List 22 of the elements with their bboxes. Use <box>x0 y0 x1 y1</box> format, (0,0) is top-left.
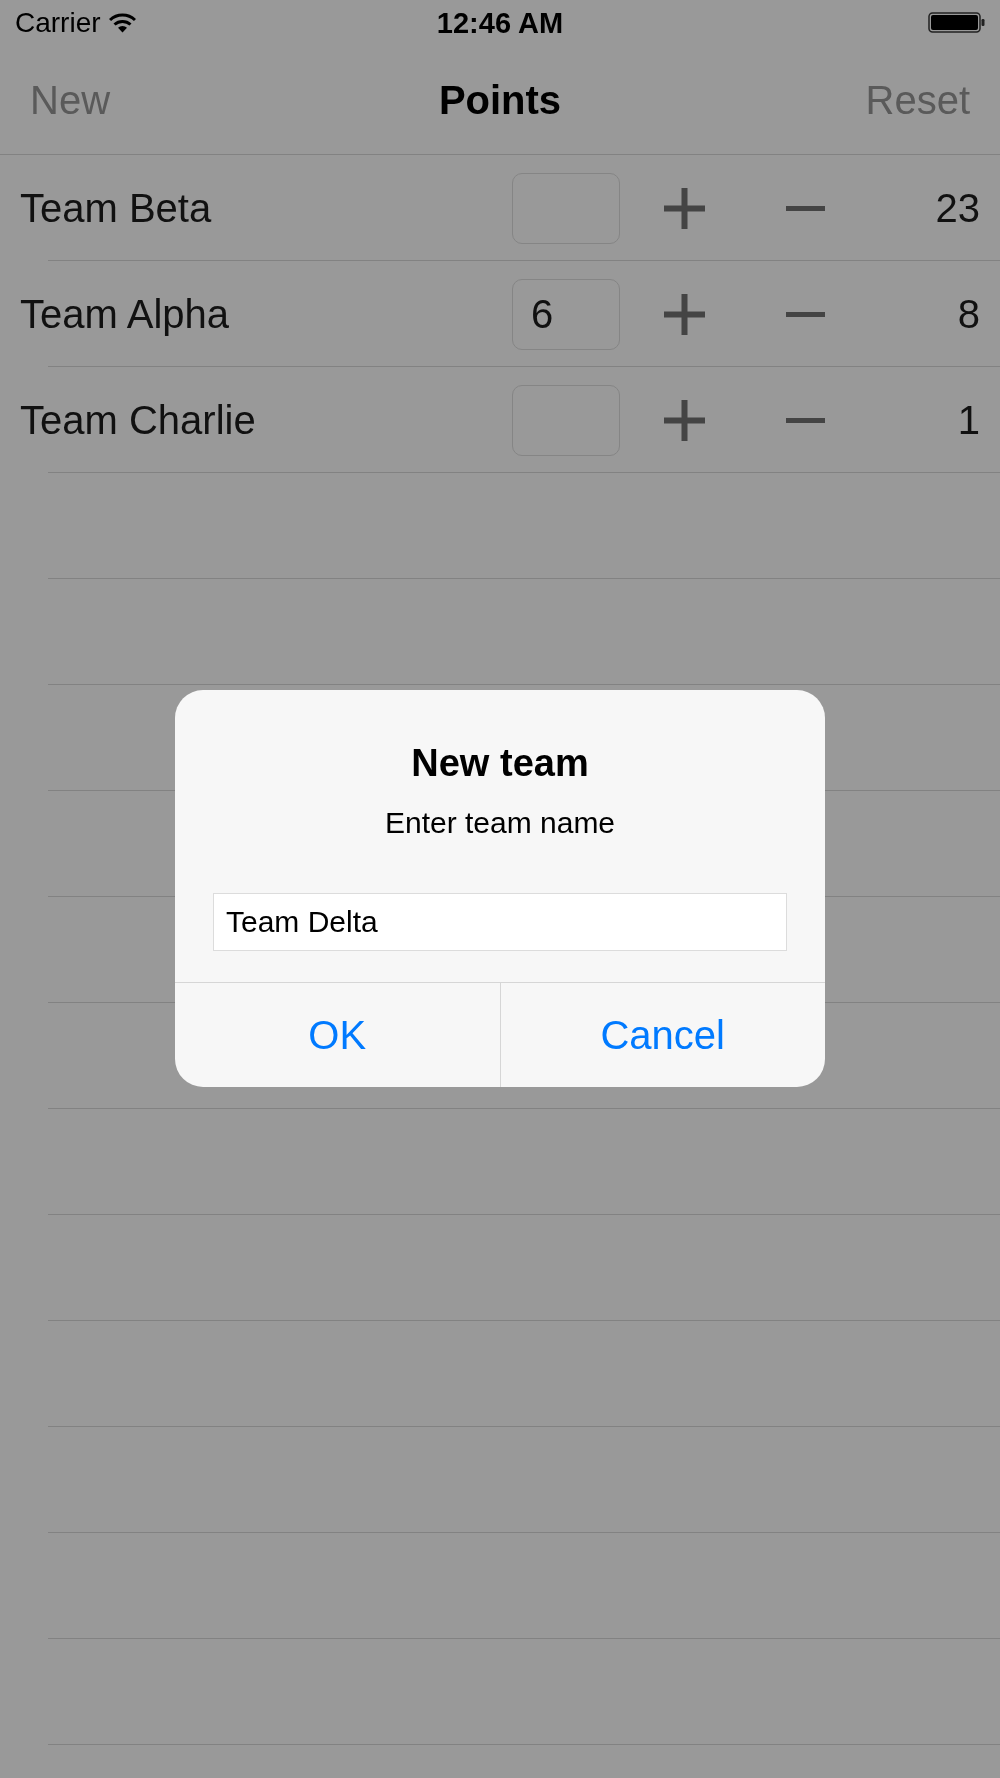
nav-button[interactable]: Reset <box>865 76 970 123</box>
score-label: 23 <box>934 185 980 231</box>
score-label: 1 <box>956 397 980 443</box>
plus-icon[interactable] <box>664 399 705 441</box>
team-name: Team Beta <box>20 185 213 231</box>
alert-button[interactable]: OK <box>175 983 500 1087</box>
wifi-icon <box>108 12 136 33</box>
plus-icon[interactable] <box>664 187 705 229</box>
team-name: Team Charlie <box>20 397 257 443</box>
alert-button[interactable]: Cancel <box>499 983 825 1087</box>
nav-button[interactable]: New <box>30 76 111 123</box>
text-field[interactable]: Team Delta <box>213 893 787 951</box>
plus-icon[interactable] <box>664 293 705 335</box>
alert-title: New team <box>410 741 590 786</box>
nav-title: Points <box>438 76 562 123</box>
carrier-label: Carrier <box>15 8 101 37</box>
team-name: Team Alpha <box>20 291 231 337</box>
time-label: 12:46 AM <box>436 9 564 38</box>
score-label: 8 <box>956 291 980 337</box>
alert-message: Enter team name <box>383 805 617 841</box>
points-field[interactable]: 6 <box>512 278 620 350</box>
battery-icon <box>928 12 986 33</box>
